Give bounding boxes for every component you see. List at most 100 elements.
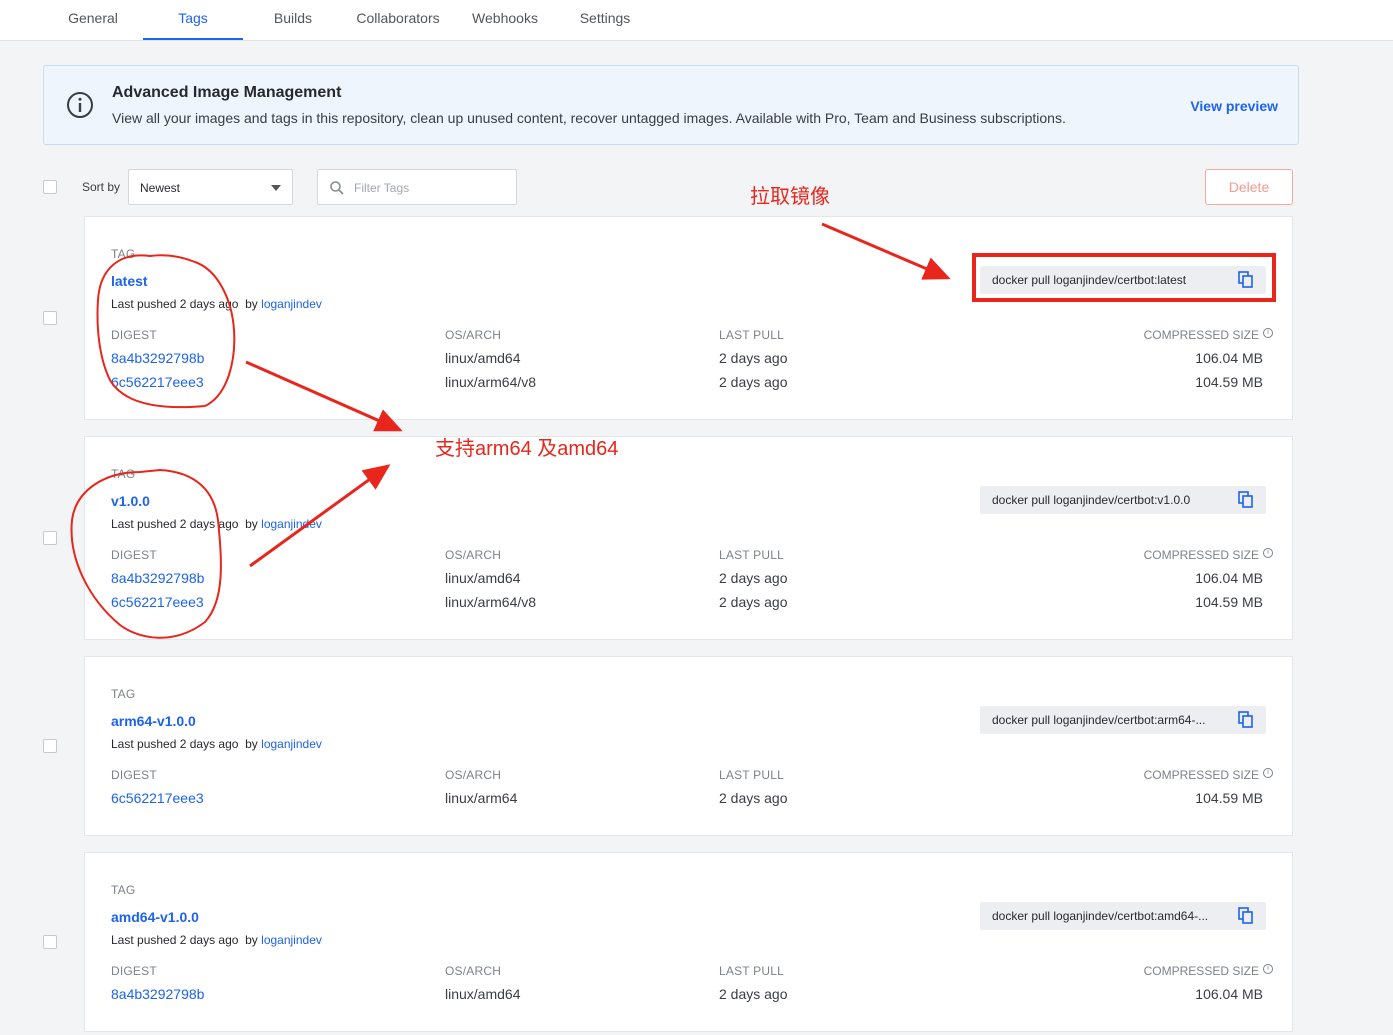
- docker-pull-command: docker pull loganjindev/certbot:amd64-..…: [980, 902, 1266, 930]
- docker-pull-command: docker pull loganjindev/certbot:v1.0.0: [980, 486, 1266, 514]
- last-pull-value: 2 days ago: [719, 986, 788, 1002]
- banner-title: Advanced Image Management: [112, 84, 342, 101]
- sort-label: Sort by: [82, 180, 121, 194]
- tag-label: TAG: [111, 467, 136, 481]
- tag-name-link[interactable]: v1.0.0: [111, 493, 150, 509]
- last-pull-column-label: LAST PULL: [719, 328, 784, 342]
- tab-builds[interactable]: Builds: [253, 0, 333, 40]
- last-pull-value: 2 days ago: [719, 790, 788, 806]
- os-arch-column-label: OS/ARCH: [445, 328, 502, 342]
- compressed-size-value: 104.59 MB: [1195, 594, 1263, 610]
- os-arch-value: linux/amd64: [445, 350, 521, 366]
- pusher-user-link[interactable]: loganjindev: [261, 933, 322, 947]
- pull-command-text: docker pull loganjindev/certbot:latest: [992, 273, 1187, 287]
- last-pull-column-label: LAST PULL: [719, 964, 784, 978]
- filter-tags-input[interactable]: [354, 179, 504, 197]
- last-pull-value: 2 days ago: [719, 594, 788, 610]
- copy-icon[interactable]: [1238, 711, 1254, 729]
- os-arch-value: linux/amd64: [445, 986, 521, 1002]
- tag-checkbox-v1.0.0[interactable]: [43, 531, 57, 545]
- os-arch-value: linux/amd64: [445, 570, 521, 586]
- tab-tags[interactable]: Tags: [143, 0, 243, 40]
- tag-name-link[interactable]: arm64-v1.0.0: [111, 713, 196, 729]
- last-pushed-info: Last pushed 2 days ago by loganjindev: [111, 933, 322, 947]
- info-icon: i: [1263, 964, 1273, 974]
- compressed-size-column-label: COMPRESSED SIZE: [1143, 768, 1259, 782]
- digest-column-label: DIGEST: [111, 328, 157, 342]
- tag-card-v1.0.0: TAG v1.0.0 Last pushed 2 days ago by log…: [84, 436, 1293, 640]
- last-pull-column-label: LAST PULL: [719, 548, 784, 562]
- filter-tags-field[interactable]: [317, 169, 517, 205]
- os-arch-value: linux/arm64/v8: [445, 374, 537, 390]
- tab-webhooks[interactable]: Webhooks: [460, 0, 550, 40]
- last-pull-value: 2 days ago: [719, 350, 788, 366]
- advanced-image-management-banner: Advanced Image Management View all your …: [43, 65, 1299, 145]
- compressed-size-column-label: COMPRESSED SIZE: [1143, 328, 1259, 342]
- docker-pull-command: docker pull loganjindev/certbot:arm64-..…: [980, 706, 1266, 734]
- tab-settings[interactable]: Settings: [560, 0, 650, 40]
- select-all-checkbox[interactable]: [43, 180, 57, 194]
- annotation-pull-image: 拉取镜像: [750, 186, 830, 208]
- tab-collaborators[interactable]: Collaborators: [343, 0, 453, 40]
- tag-checkbox-amd64-v1.0.0[interactable]: [43, 935, 57, 949]
- os-arch-column-label: OS/ARCH: [445, 964, 502, 978]
- tab-general[interactable]: General: [53, 0, 133, 40]
- digest-link[interactable]: 6c562217eee3: [111, 790, 204, 806]
- info-icon: i: [1263, 768, 1273, 778]
- digest-link[interactable]: 8a4b3292798b: [111, 986, 204, 1002]
- tag-name-link[interactable]: latest: [111, 273, 148, 289]
- tag-name-link[interactable]: amd64-v1.0.0: [111, 909, 199, 925]
- copy-icon[interactable]: [1238, 491, 1254, 509]
- last-pull-value: 2 days ago: [719, 374, 788, 390]
- tag-label: TAG: [111, 687, 136, 701]
- os-arch-column-label: OS/ARCH: [445, 548, 502, 562]
- digest-column-label: DIGEST: [111, 548, 157, 562]
- pusher-user-link[interactable]: loganjindev: [261, 517, 322, 531]
- tag-checkbox-latest[interactable]: [43, 311, 57, 325]
- digest-column-label: DIGEST: [111, 768, 157, 782]
- os-arch-column-label: OS/ARCH: [445, 768, 502, 782]
- docker-pull-command: docker pull loganjindev/certbot:latest: [980, 266, 1266, 294]
- info-icon: [67, 92, 93, 118]
- sort-select[interactable]: Newest: [128, 169, 293, 205]
- pusher-user-link[interactable]: loganjindev: [261, 297, 322, 311]
- copy-icon[interactable]: [1238, 271, 1254, 289]
- pusher-user-link[interactable]: loganjindev: [261, 737, 322, 751]
- compressed-size-column-label: COMPRESSED SIZE: [1143, 964, 1259, 978]
- tag-checkbox-arm64-v1.0.0[interactable]: [43, 739, 57, 753]
- banner-text: View all your images and tags in this re…: [112, 110, 1066, 126]
- digest-column-label: DIGEST: [111, 964, 157, 978]
- info-icon: i: [1263, 548, 1273, 558]
- view-preview-link[interactable]: View preview: [1190, 98, 1278, 114]
- tag-label: TAG: [111, 883, 136, 897]
- tag-card-latest: TAG latest Last pushed 2 days ago by log…: [84, 216, 1293, 420]
- delete-button[interactable]: Delete: [1205, 169, 1293, 205]
- search-icon: [330, 181, 344, 195]
- last-pull-column-label: LAST PULL: [719, 768, 784, 782]
- tag-label: TAG: [111, 247, 136, 261]
- pull-command-text: docker pull loganjindev/certbot:v1.0.0: [992, 493, 1191, 507]
- compressed-size-value: 104.59 MB: [1195, 374, 1263, 390]
- compressed-size-column-label: COMPRESSED SIZE: [1143, 548, 1259, 562]
- sort-value: Newest: [140, 181, 181, 195]
- compressed-size-value: 104.59 MB: [1195, 790, 1263, 806]
- copy-icon[interactable]: [1238, 907, 1254, 925]
- compressed-size-value: 106.04 MB: [1195, 986, 1263, 1002]
- last-pull-value: 2 days ago: [719, 570, 788, 586]
- last-pushed-info: Last pushed 2 days ago by loganjindev: [111, 517, 322, 531]
- chevron-down-icon: [271, 185, 281, 191]
- annotation-arch-support: 支持arm64 及amd64: [435, 438, 619, 460]
- info-icon: i: [1263, 328, 1273, 338]
- digest-link[interactable]: 6c562217eee3: [111, 374, 204, 390]
- tab-bar: General Tags Builds Collaborators Webhoo…: [0, 0, 1393, 41]
- digest-link[interactable]: 8a4b3292798b: [111, 350, 204, 366]
- digest-link[interactable]: 6c562217eee3: [111, 594, 204, 610]
- pull-command-text: docker pull loganjindev/certbot:arm64-..…: [992, 713, 1206, 727]
- tag-card-amd64-v1.0.0: TAG amd64-v1.0.0 Last pushed 2 days ago …: [84, 852, 1293, 1032]
- compressed-size-value: 106.04 MB: [1195, 570, 1263, 586]
- os-arch-value: linux/arm64/v8: [445, 594, 537, 610]
- os-arch-value: linux/arm64: [445, 790, 518, 806]
- last-pushed-info: Last pushed 2 days ago by loganjindev: [111, 297, 322, 311]
- digest-link[interactable]: 8a4b3292798b: [111, 570, 204, 586]
- last-pushed-info: Last pushed 2 days ago by loganjindev: [111, 737, 322, 751]
